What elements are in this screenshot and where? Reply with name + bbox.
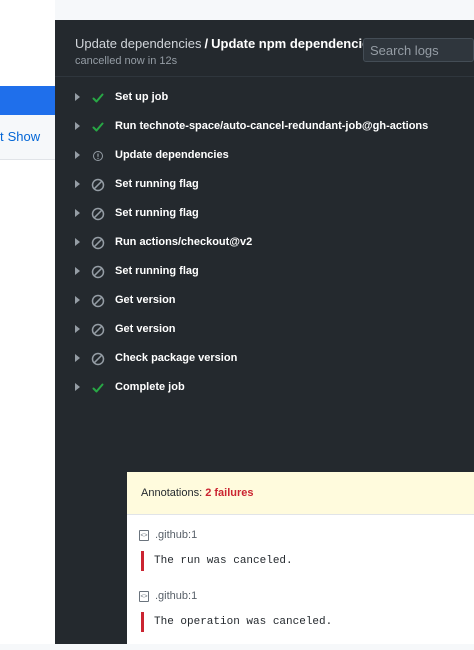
step-row[interactable]: Update dependencies xyxy=(55,142,474,171)
skipped-icon xyxy=(91,207,105,221)
skipped-icon xyxy=(91,178,105,192)
job-status-text: cancelled now in 12s xyxy=(75,55,178,67)
skipped-icon xyxy=(91,294,105,308)
left-panel: t Show xyxy=(0,0,55,644)
check-icon xyxy=(91,91,105,105)
annotation-message: The run was canceled. xyxy=(141,551,293,571)
job-name: Update npm dependencies xyxy=(211,36,377,51)
step-label: Update dependencies xyxy=(115,149,229,161)
check-icon xyxy=(91,381,105,395)
step-row[interactable]: Check package version xyxy=(55,345,474,374)
step-label: Set running flag xyxy=(115,178,199,190)
step-row[interactable]: Complete job xyxy=(55,374,474,403)
skipped-icon xyxy=(91,352,105,366)
annotation-item: <> .github:1 The operation was canceled. xyxy=(127,590,474,650)
step-label: Run technote-space/auto-cancel-redundant… xyxy=(115,120,429,132)
left-content xyxy=(0,160,55,644)
step-row[interactable]: Run technote-space/auto-cancel-redundant… xyxy=(55,113,474,142)
skipped-icon xyxy=(91,323,105,337)
log-header: Update dependencies / Update npm dependenc… xyxy=(55,20,474,77)
annotation-file[interactable]: <> .github:1 xyxy=(139,590,197,602)
chevron-right-icon[interactable] xyxy=(75,267,80,275)
job-title: Update dependencies / Update npm dependenc… xyxy=(75,36,377,51)
annotations-label: Annotations: xyxy=(141,487,203,499)
step-label: Set up job xyxy=(115,91,169,103)
step-row[interactable]: Set up job xyxy=(55,84,474,113)
chevron-right-icon[interactable] xyxy=(75,354,80,362)
step-label: Set running flag xyxy=(115,265,199,277)
annotation-item: <> .github:1 The run was canceled. xyxy=(127,529,474,589)
annotations-title: Annotations: 2 failures xyxy=(141,487,254,499)
left-header-area xyxy=(0,0,55,87)
annotation-file-label[interactable]: .github:1 xyxy=(155,590,197,602)
annotations-header: Annotations: 2 failures xyxy=(127,472,474,515)
step-label: Run actions/checkout@v2 xyxy=(115,236,253,248)
restart-fragment[interactable]: t xyxy=(0,129,4,144)
step-label: Check package version xyxy=(115,352,238,364)
file-code-icon: <> xyxy=(139,590,149,602)
step-row[interactable]: Get version xyxy=(55,287,474,316)
skipped-icon xyxy=(91,236,105,250)
chevron-right-icon[interactable] xyxy=(75,93,80,101)
file-code-icon: <> xyxy=(139,529,149,541)
annotations-count: 2 failures xyxy=(205,487,254,499)
chevron-right-icon[interactable] xyxy=(75,151,80,159)
left-actions: t Show xyxy=(0,129,55,144)
chevron-right-icon[interactable] xyxy=(75,296,80,304)
chevron-right-icon[interactable] xyxy=(75,209,80,217)
step-row[interactable]: Set running flag xyxy=(55,200,474,229)
step-row[interactable]: Get version xyxy=(55,316,474,345)
step-label: Get version xyxy=(115,294,176,306)
step-row[interactable]: Set running flag xyxy=(55,171,474,200)
step-label: Set running flag xyxy=(115,207,199,219)
skipped-icon xyxy=(91,265,105,279)
step-label: Get version xyxy=(115,323,176,335)
title-separator: / xyxy=(204,36,209,51)
chevron-right-icon[interactable] xyxy=(75,180,80,188)
annotation-file[interactable]: <> .github:1 xyxy=(139,529,197,541)
chevron-right-icon[interactable] xyxy=(75,122,80,130)
info-icon xyxy=(91,149,105,163)
annotation-file-label[interactable]: .github:1 xyxy=(155,529,197,541)
chevron-right-icon[interactable] xyxy=(75,383,80,391)
check-icon xyxy=(91,120,105,134)
show-link[interactable]: Show xyxy=(8,129,41,144)
selected-job-highlight[interactable] xyxy=(0,86,55,115)
chevron-right-icon[interactable] xyxy=(75,325,80,333)
chevron-right-icon[interactable] xyxy=(75,238,80,246)
step-label: Complete job xyxy=(115,381,185,393)
search-logs-input[interactable] xyxy=(363,38,474,62)
workflow-name: Update dependencies xyxy=(75,36,202,51)
step-row[interactable]: Set running flag xyxy=(55,258,474,287)
annotations-panel: Annotations: 2 failures <> .github:1 The… xyxy=(127,472,474,644)
annotation-message: The operation was canceled. xyxy=(141,612,332,632)
step-row[interactable]: Run actions/checkout@v2 xyxy=(55,229,474,258)
steps-list: Set up job Run technote-space/auto-cancel… xyxy=(55,84,474,403)
